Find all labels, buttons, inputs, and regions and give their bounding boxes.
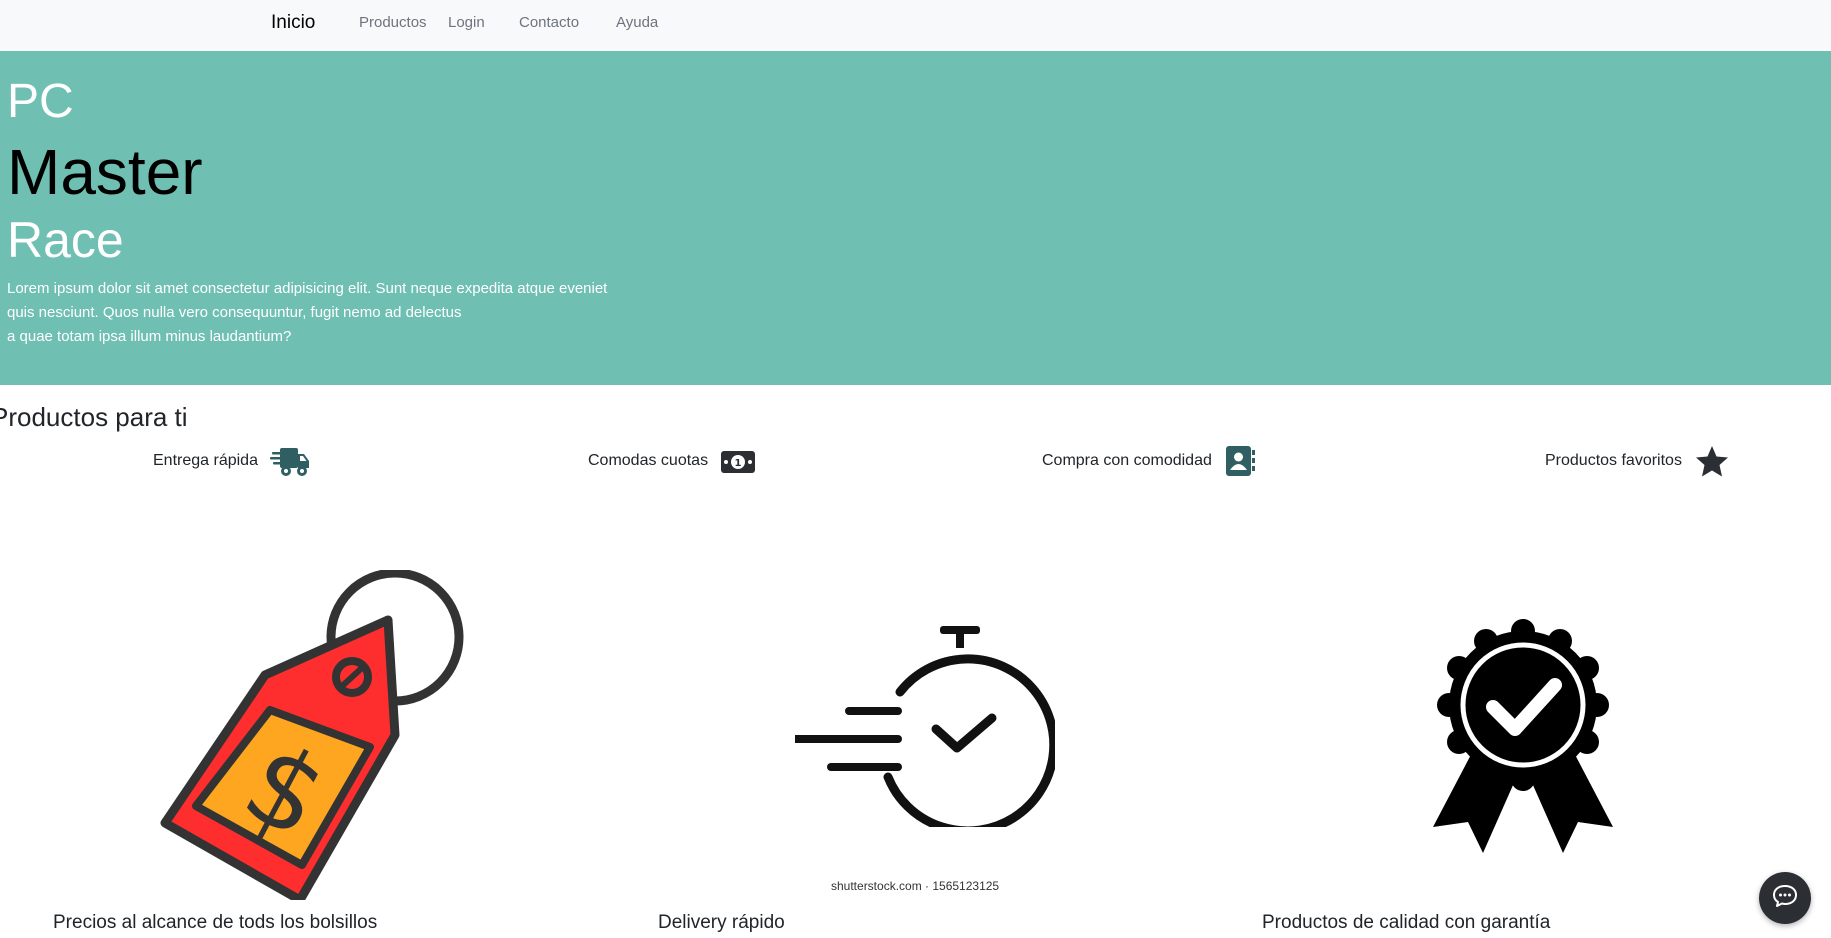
section-title: Productos para ti xyxy=(0,402,188,432)
card-caption: Delivery rápido xyxy=(658,912,785,933)
money-bill-icon: 1 xyxy=(720,444,756,478)
feature-label: Compra con comodidad xyxy=(1042,452,1212,469)
nav-link-login[interactable]: Login xyxy=(448,14,485,31)
chat-button[interactable] xyxy=(1759,872,1811,924)
stopwatch-icon xyxy=(791,622,1059,836)
truck-icon xyxy=(269,444,310,478)
nav-link-contacto[interactable]: Contacto xyxy=(519,14,579,31)
feature-compra-comodidad: Compra con comodidad xyxy=(1042,444,1256,478)
hero-title-master: Master xyxy=(7,136,203,208)
hero-description: Lorem ipsum dolor sit amet consectetur a… xyxy=(7,277,707,349)
image-watermark: shutterstock.com · 1565123125 xyxy=(831,879,1000,893)
star-icon xyxy=(1694,444,1730,478)
price-tag-icon: $ xyxy=(160,568,470,905)
nav-link-ayuda[interactable]: Ayuda xyxy=(616,14,658,31)
nav-brand-inicio[interactable]: Inicio xyxy=(271,12,315,34)
hero-banner: PC Master Race Lorem ipsum dolor sit ame… xyxy=(0,51,1831,385)
hero-description-line: quis nesciunt. Quos nulla vero consequun… xyxy=(7,304,462,321)
address-book-icon xyxy=(1224,444,1256,478)
svg-text:1: 1 xyxy=(735,458,742,469)
navbar: Inicio Productos Login Contacto Ayuda xyxy=(0,0,1831,51)
nav-link-productos[interactable]: Productos xyxy=(359,14,427,31)
feature-label: Entrega rápida xyxy=(153,452,258,469)
hero-description-line: Lorem ipsum dolor sit amet consectetur a… xyxy=(7,280,608,297)
feature-entrega-rapida: Entrega rápida xyxy=(153,444,310,478)
feature-label: Productos favoritos xyxy=(1545,452,1682,469)
feature-label: Comodas cuotas xyxy=(588,452,709,469)
chat-bubble-icon xyxy=(1772,884,1798,913)
card-caption: Productos de calidad con garantía xyxy=(1262,912,1551,933)
quality-badge-icon xyxy=(1433,617,1613,862)
card-caption: Precios al alcance de tods los bolsillos xyxy=(53,912,378,933)
hero-title-pc: PC xyxy=(7,75,74,128)
hero-description-line: a quae totam ipsa illum minus laudantium… xyxy=(7,328,292,345)
feature-productos-favoritos: Productos favoritos xyxy=(1545,444,1730,478)
feature-comodas-cuotas: Comodas cuotas 1 xyxy=(588,444,756,478)
hero-title-race: Race xyxy=(7,212,124,268)
